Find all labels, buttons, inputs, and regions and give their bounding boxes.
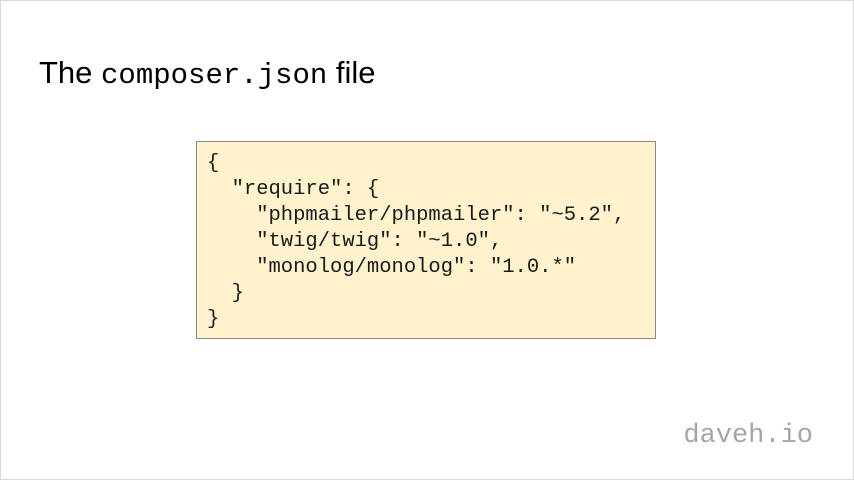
title-suffix: file [327,55,376,90]
code-line: "phpmailer/phpmailer": "~5.2", [207,204,626,227]
code-line: } [207,308,220,331]
code-line: } [207,282,244,305]
brand-watermark: daveh.io [683,421,813,451]
code-line: "twig/twig": "~1.0", [207,230,503,253]
code-line: { [207,152,220,175]
code-line: "monolog/monolog": "1.0.*" [207,256,577,279]
slide: The composer.json file { "require": { "p… [0,0,854,480]
code-line: "require": { [207,178,380,201]
title-prefix: The [39,55,102,90]
title-filename: composer.json [101,59,328,92]
slide-title: The composer.json file [39,53,376,96]
code-block: { "require": { "phpmailer/phpmailer": "~… [196,141,656,339]
